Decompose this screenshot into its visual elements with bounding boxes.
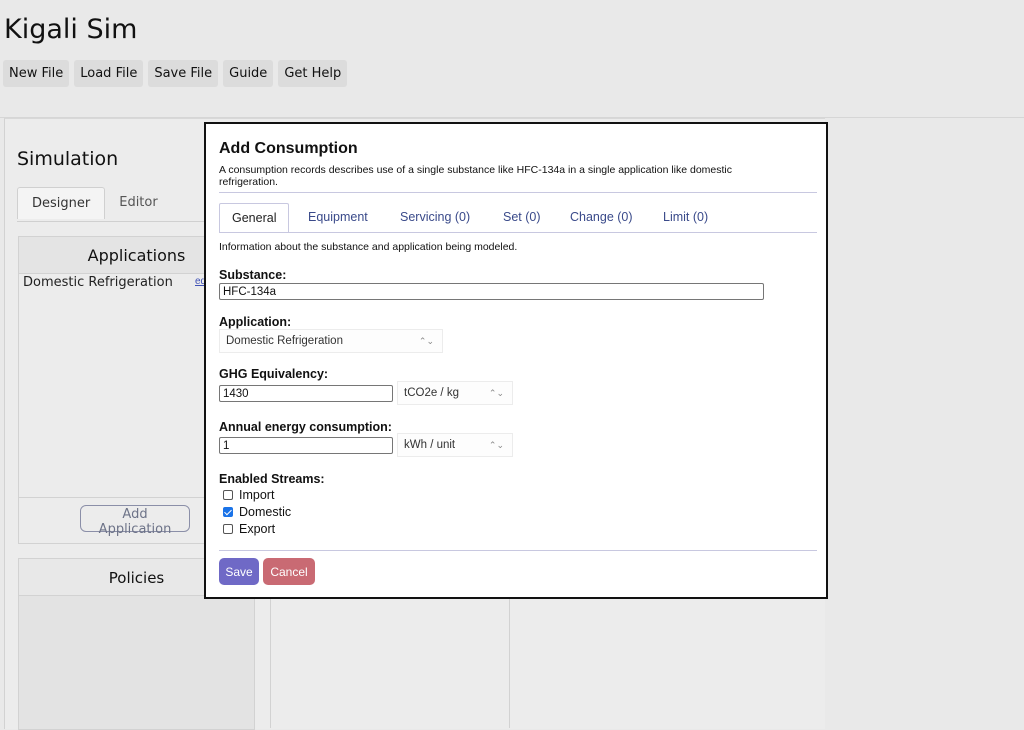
ghg-equivalency-label: GHG Equivalency: [219, 367, 329, 381]
chevron-updown-icon: ⌃⌄ [488, 388, 504, 398]
dialog-description: A consumption records describes use of a… [219, 164, 733, 188]
tab-servicing[interactable]: Servicing (0) [400, 203, 470, 232]
domestic-checkbox[interactable] [223, 507, 233, 517]
application-label: Application: [219, 315, 292, 329]
tab-limit[interactable]: Limit (0) [663, 203, 708, 232]
ghg-unit-select[interactable]: tCO2e / kg ⌃⌄ [397, 381, 513, 405]
export-label: Export [239, 522, 276, 536]
import-label: Import [239, 488, 275, 502]
guide-button[interactable]: Guide [223, 60, 274, 87]
stream-import-row: Import [223, 488, 274, 502]
dialog-tabs: General Equipment Servicing (0) Set (0) … [219, 203, 817, 233]
cancel-button[interactable]: Cancel [263, 558, 315, 585]
energy-consumption-input[interactable] [219, 437, 393, 454]
chevron-updown-icon: ⌃⌄ [418, 336, 434, 346]
application-item: Domestic Refrigeration [23, 275, 173, 290]
tab-designer[interactable]: Designer [17, 187, 106, 219]
application-select[interactable]: Domestic Refrigeration ⌃⌄ [219, 329, 443, 353]
tab-equipment[interactable]: Equipment [308, 203, 368, 232]
ghg-unit-value: tCO2e / kg [404, 387, 459, 399]
dialog-divider-bottom [219, 550, 817, 551]
save-file-button[interactable]: Save File [148, 60, 219, 87]
chevron-updown-icon: ⌃⌄ [488, 440, 504, 450]
import-checkbox[interactable] [223, 490, 233, 500]
tab-general[interactable]: General [219, 203, 290, 233]
add-consumption-dialog: Add Consumption A consumption records de… [204, 122, 828, 599]
tab-change[interactable]: Change (0) [570, 203, 633, 232]
energy-unit-value: kWh / unit [404, 439, 456, 451]
middle-column [270, 598, 510, 728]
substance-input[interactable] [219, 283, 764, 300]
enabled-streams-label: Enabled Streams: [219, 472, 325, 486]
dialog-tabs-divider [219, 232, 817, 233]
export-checkbox[interactable] [223, 524, 233, 534]
energy-unit-select[interactable]: kWh / unit ⌃⌄ [397, 433, 513, 457]
substance-label: Substance: [219, 268, 287, 282]
stream-export-row: Export [223, 522, 275, 536]
new-file-button[interactable]: New File [3, 60, 70, 87]
application-select-value: Domestic Refrigeration [226, 335, 343, 347]
ghg-equivalency-input[interactable] [219, 385, 393, 402]
top-nav: New File Load File Save File Guide Get H… [3, 60, 348, 87]
save-button[interactable]: Save [219, 558, 259, 585]
domestic-label: Domestic [239, 505, 292, 519]
add-application-button[interactable]: Add Application [80, 505, 190, 537]
simulation-heading: Simulation [17, 148, 119, 170]
get-help-button[interactable]: Get Help [278, 60, 348, 87]
tab-set[interactable]: Set (0) [503, 203, 541, 232]
dialog-title: Add Consumption [219, 140, 358, 157]
view-tabs-divider [17, 221, 217, 222]
view-tabs: Designer Editor [17, 187, 172, 219]
tab-editor[interactable]: Editor [105, 187, 171, 218]
energy-consumption-label: Annual energy consumption: [219, 420, 392, 434]
dialog-divider-top [219, 192, 817, 193]
tab-description: Information about the substance and appl… [219, 241, 518, 253]
app-title: Kigali Sim [4, 14, 138, 45]
load-file-button[interactable]: Load File [74, 60, 144, 87]
stream-domestic-row: Domestic [223, 505, 291, 519]
